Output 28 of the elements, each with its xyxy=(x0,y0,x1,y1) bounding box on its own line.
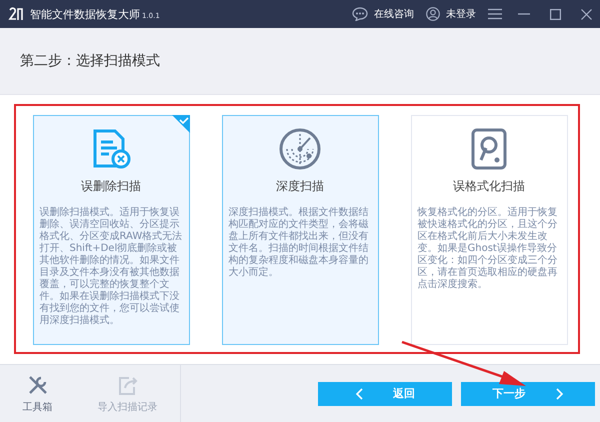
maximize-icon[interactable] xyxy=(550,8,561,20)
scan-mode-title: 误格式化扫描 xyxy=(453,178,525,194)
window-title: 智能文件数据恢复大师 xyxy=(30,6,140,22)
wrench-screwdriver-icon xyxy=(26,374,48,396)
app-logo-icon xyxy=(8,6,24,22)
close-icon[interactable] xyxy=(581,8,592,20)
chevron-left-icon xyxy=(355,388,363,400)
minimize-icon[interactable] xyxy=(518,13,530,15)
chat-icon[interactable] xyxy=(352,7,368,21)
menu-icon[interactable] xyxy=(488,8,502,20)
login-link[interactable]: 未登录 xyxy=(446,7,476,21)
chevron-right-icon xyxy=(556,388,564,400)
scan-mode-card[interactable]: 误删除扫描 误删除扫描模式。适用于恢复误删除、误清空回收站、分区提示格式化、分区变成RAW格式无法打开、Shift+Del彻底删除或被其他软件删除的情况。如果文件目录及文件本身没有被其他数据覆盖，可以完整的恢复整个文件。如果在误删除扫描模式下没有找到您的文件，您可以尝试使用深度扫描模式。 xyxy=(32,114,190,344)
scan-mode-description: 深度扫描模式。根据文件数据结构匹配对应的文件类型，会将磁盘上所有文件都找出来，但没有文件名。扫描的时间根据文件结构的复杂程度和磁盘本身容量的大小而定。 xyxy=(228,206,370,278)
scan-mode-description: 恢复格式化的分区。适用于恢复被快速格式化的分区，且这个分区在格式化前后大小未发生改变。如果是Ghost误操作导致分区变化：如四个分区变成三个分区，请在首页选取相应的硬盘再点击深度搜索。 xyxy=(418,206,558,290)
radar-icon xyxy=(279,128,321,170)
scan-mode-card[interactable]: 深度扫描 深度扫描模式。根据文件数据结构匹配对应的文件类型，会将磁盘上所有文件都找出来，但没有文件名。扫描的时间根据文件结构的复杂程度和磁盘本身容量的大小而定。 xyxy=(222,114,378,344)
scan-mode-title: 误删除扫描 xyxy=(81,178,141,194)
document-delete-icon xyxy=(91,128,131,170)
tool-button[interactable]: 工具箱 xyxy=(22,374,52,414)
user-icon[interactable] xyxy=(426,7,440,21)
scan-mode-card[interactable]: 误格式化扫描 恢复格式化的分区。适用于恢复被快速格式化的分区，且这个分区在格式化前后大小未发生改变。如果是Ghost误操作导致分区变化：如四个分区变成三个分区，请在首页选取相应的硬盘再点击深度搜索。 xyxy=(410,114,568,344)
check-corner-icon xyxy=(172,114,190,132)
step-title: 第二步：选择扫描模式 xyxy=(20,52,160,70)
hard-drive-icon xyxy=(471,128,507,170)
scan-mode-description: 误删除扫描模式。适用于恢复误删除、误清空回收站、分区提示格式化、分区变成RAW格式无法打开、Shift+Del彻底删除或被其他软件删除的情况。如果文件目录及文件本身没有被其他数据覆盖，可以完整的恢复整个文件。如果在误删除扫描模式下没有找到您的文件，您可以尝试使用深度扫描模式。 xyxy=(40,206,182,326)
scan-mode-title: 深度扫描 xyxy=(276,178,324,194)
online-consult-link[interactable]: 在线咨询 xyxy=(374,7,414,21)
